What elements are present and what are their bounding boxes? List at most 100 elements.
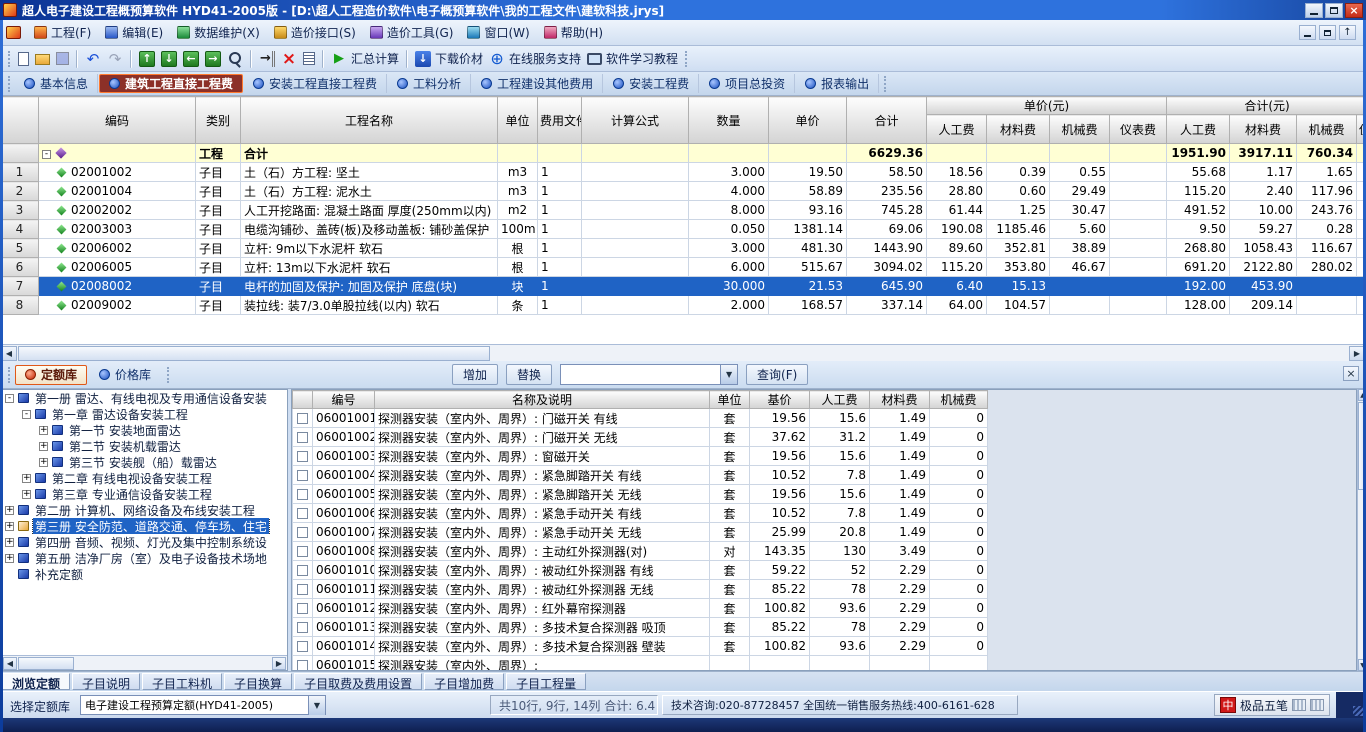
chevron-down-icon[interactable]: ▼: [308, 696, 325, 715]
tree-item[interactable]: 第一章 雷达设备安装工程: [2, 406, 287, 422]
expand-icon[interactable]: [22, 474, 31, 483]
col-tp-labor[interactable]: 人工费: [1167, 115, 1230, 144]
separator[interactable]: [406, 50, 408, 68]
row-checkbox[interactable]: [297, 584, 308, 595]
col-quota-material[interactable]: 材料费: [870, 391, 930, 409]
探测器安装（室内外、周界）: 紧急脚踏开关 有线[interactable]: 06001004 探测器安装（室内外、周界）: 紧急脚踏开关 有线 套 10.5…: [293, 466, 988, 485]
col-quota-base-price[interactable]: 基价: [750, 391, 810, 409]
tab-item-fee-settings[interactable]: 子目取费及费用设置: [294, 673, 422, 690]
insert-row-icon[interactable]: [256, 49, 278, 69]
tab-item-quantity[interactable]: 子目工程量: [506, 673, 586, 690]
tree-item[interactable]: 第一节 安装地面雷达: [2, 422, 287, 438]
tree-item[interactable]: 第二节 安装机载雷达: [2, 438, 287, 454]
tree-item[interactable]: 补充定额: [2, 566, 287, 582]
search-combobox[interactable]: ▼: [560, 364, 738, 385]
tab-basic-info[interactable]: 基本信息: [15, 74, 98, 93]
expand-icon[interactable]: [39, 458, 48, 467]
collapse-up-icon[interactable]: ↑: [1339, 25, 1356, 40]
tab-installation-direct-cost[interactable]: 安装工程直接工程费: [244, 74, 387, 93]
col-quota-labor[interactable]: 人工费: [810, 391, 870, 409]
ime-language-icon[interactable]: 中: [1220, 697, 1236, 713]
toolbar-grip[interactable]: [8, 367, 11, 383]
探测器安装（室内外、周界）: 紧急脚踏开关 无线[interactable]: 06001005 探测器安装（室内外、周界）: 紧急脚踏开关 无线 套 19.5…: [293, 485, 988, 504]
undo-icon[interactable]: [82, 49, 104, 69]
col-up-material[interactable]: 材料费: [987, 115, 1050, 144]
tutorial-button[interactable]: 软件学习教程: [584, 48, 681, 69]
separator[interactable]: [322, 50, 324, 68]
expand-icon[interactable]: [5, 538, 14, 547]
探测器安装（室内外、周界）: 门磁开关 有线[interactable]: 06001001 探测器安装（室内外、周界）: 门磁开关 有线 套 19.56 …: [293, 409, 988, 428]
row-checkbox[interactable]: [297, 641, 308, 652]
tree-horizontal-scrollbar[interactable]: ◀ ▶: [2, 655, 287, 670]
tree-item[interactable]: 第五册 洁净厂房（室）及电子设备技术场地: [2, 550, 287, 566]
scrollbar-thumb[interactable]: [18, 657, 74, 670]
col-up-instrument[interactable]: 仪表费: [1110, 115, 1167, 144]
open-file-icon[interactable]: [32, 50, 53, 67]
探测器安装（室内外、周界）: 紧急手动开关 无线[interactable]: 06001007 探测器安装（室内外、周界）: 紧急手动开关 无线 套 25.9…: [293, 523, 988, 542]
tree-item[interactable]: 第二章 有线电视设备安装工程: [2, 470, 287, 486]
tree-item[interactable]: 第四册 音频、视频、灯光及集中控制系统设: [2, 534, 287, 550]
replace-button[interactable]: 替换: [506, 364, 552, 385]
立杆: 9m以下水泥杆 软石[interactable]: 5 -02006002 子目 立杆: 9m以下水泥杆 软石 根 1 3.000 …: [1, 239, 1366, 258]
col-total[interactable]: 合计: [847, 97, 927, 144]
探测器安装（室内外、周界）: 多技术复合探测器 壁装[interactable]: 06001014 探测器安装（室内外、周界）: 多技术复合探测器 壁装 套 10…: [293, 637, 988, 656]
collapse-icon[interactable]: -: [42, 150, 51, 159]
row-checkbox[interactable]: [297, 489, 308, 500]
toolbar-grip[interactable]: [8, 51, 11, 67]
scrollbar-thumb[interactable]: [18, 346, 490, 361]
探测器安装（室内外、周界）: 紧急手动开关 有线[interactable]: 06001006 探测器安装（室内外、周界）: 紧急手动开关 有线 套 10.5…: [293, 504, 988, 523]
col-unit-price[interactable]: 单价: [769, 97, 847, 144]
tab-installation-cost[interactable]: 安装工程费: [604, 74, 699, 93]
探测器安装（室内外、周界）: 被动红外探测器 无线[interactable]: 06001011 探测器安装（室内外、周界）: 被动红外探测器 无线 套 85.…: [293, 580, 988, 599]
立杆: 13m以下水泥杆 软石[interactable]: 6 -02006005 子目 立杆: 13m以下水泥杆 软石 根 1 6.000…: [1, 258, 1366, 277]
col-quantity[interactable]: 数量: [689, 97, 769, 144]
expand-icon[interactable]: [5, 394, 14, 403]
row-checkbox[interactable]: [297, 660, 308, 671]
探测器安装（室内外、周界）: 门磁开关 无线[interactable]: 06001002 探测器安装（室内外、周界）: 门磁开关 无线 套 37.62 …: [293, 428, 988, 447]
scroll-left-icon[interactable]: ◀: [3, 657, 17, 670]
row-checkbox[interactable]: [297, 470, 308, 481]
redo-icon[interactable]: [104, 49, 126, 69]
tab-item-conversion[interactable]: 子目换算: [224, 673, 292, 690]
tab-item-additional-fee[interactable]: 子目增加费: [424, 673, 504, 690]
tab-total-investment[interactable]: 项目总投资: [700, 74, 795, 93]
col-tp-material[interactable]: 材料费: [1230, 115, 1297, 144]
online-service-button[interactable]: 在线服务支持: [486, 48, 584, 69]
scroll-left-icon[interactable]: ◀: [1, 346, 17, 361]
tree-item[interactable]: 第三章 专业通信设备安装工程: [2, 486, 287, 502]
move-left-icon[interactable]: [180, 49, 202, 69]
move-down-icon[interactable]: [158, 49, 180, 69]
child-minimize-button[interactable]: [1299, 25, 1316, 40]
tab-item-description[interactable]: 子目说明: [72, 673, 140, 690]
tab-quota-library[interactable]: 定额库: [15, 365, 87, 385]
query-button[interactable]: 查询(F): [746, 364, 808, 385]
装拉线: 装7/3.0单股拉线(以内) 软石[interactable]: 8 -02009002 子目 装拉线: 装7/3.0单股拉线(以内) 软石 条 …: [1, 296, 1366, 315]
电杆的加固及保护: 加固及保护 底盘(块)[interactable]: 7 -02008002 子目 电杆的加固及保护: 加固及保护 底盘(块) 块 1…: [1, 277, 1366, 296]
expand-icon[interactable]: [39, 426, 48, 435]
scroll-right-icon[interactable]: ▶: [272, 657, 286, 670]
探测器安装（室内外、周界）: 多技术复合探测器 吸顶[interactable]: 06001013 探测器安装（室内外、周界）: 多技术复合探测器 吸顶 套 85…: [293, 618, 988, 637]
row-checkbox[interactable]: [297, 565, 308, 576]
tab-report-output[interactable]: 报表输出: [796, 74, 879, 93]
expand-icon[interactable]: [22, 410, 31, 419]
人工开挖路面: 混凝土路面 厚度(250mm以内)[interactable]: 3 -02002002 子目 人工开挖路面: 混凝土路面 厚度(250mm以内)…: [1, 201, 1366, 220]
menu-project[interactable]: 工程(F): [27, 21, 98, 44]
download-price-button[interactable]: 下载价材: [412, 48, 486, 69]
expand-icon[interactable]: [39, 442, 48, 451]
menu-cost-tools[interactable]: 造价工具(G): [363, 21, 461, 44]
search-icon[interactable]: [224, 49, 246, 69]
tab-price-library[interactable]: 价格库: [90, 365, 160, 385]
restore-button[interactable]: [1325, 3, 1343, 18]
row-checkbox[interactable]: [297, 413, 308, 424]
expand-icon[interactable]: [5, 554, 14, 563]
tabbar-grip[interactable]: [884, 76, 887, 92]
summary-calculate-button[interactable]: 汇总计算: [328, 48, 402, 69]
delete-row-icon[interactable]: [278, 49, 300, 69]
row-checkbox[interactable]: [297, 622, 308, 633]
col-up-machine[interactable]: 机械费: [1050, 115, 1110, 144]
add-button[interactable]: 增加: [452, 364, 498, 385]
col-quota-name[interactable]: 名称及说明: [375, 391, 710, 409]
row-checkbox[interactable]: [297, 603, 308, 614]
col-fee-file[interactable]: 费用文件: [538, 97, 582, 144]
toolbar-grip[interactable]: [167, 367, 170, 383]
